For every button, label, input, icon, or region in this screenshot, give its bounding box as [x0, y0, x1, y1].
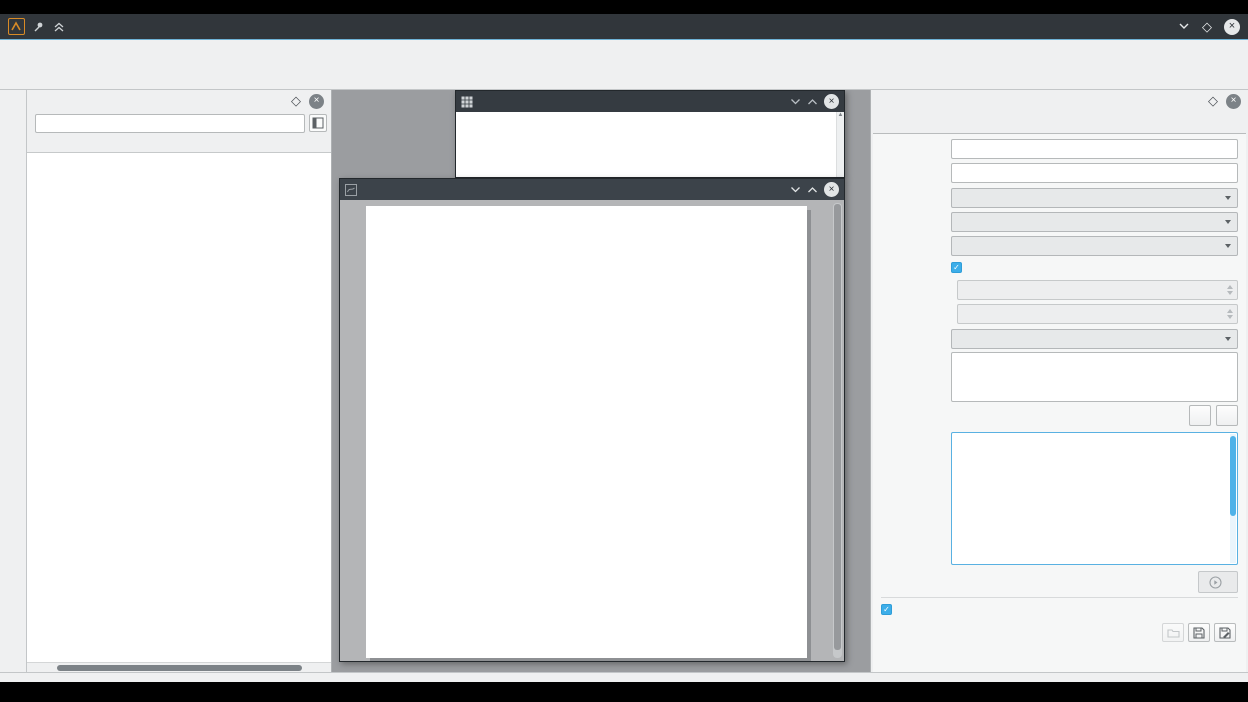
worksheet-window-titlebar[interactable]: × — [340, 179, 844, 200]
run-icon — [1209, 576, 1222, 589]
filter-options-button[interactable] — [309, 114, 327, 132]
spreadsheet-window[interactable]: × ▲ — [455, 90, 845, 178]
statusbar — [0, 672, 1248, 682]
maximize-icon[interactable]: ◇ — [1202, 19, 1212, 35]
fit-dock-tabs — [871, 112, 1248, 133]
results-textedit[interactable] — [951, 432, 1238, 565]
options-button[interactable] — [1216, 405, 1238, 426]
comment-input[interactable] — [951, 163, 1238, 183]
close-dock-icon[interactable]: × — [309, 94, 324, 109]
auto-range-checkbox[interactable]: ✓ — [951, 262, 962, 273]
chevron-down-icon — [1225, 196, 1231, 200]
y-data-combobox[interactable] — [951, 212, 1238, 232]
weights-combobox[interactable] — [951, 236, 1238, 256]
save-config-as-button[interactable] — [1214, 623, 1236, 642]
fit-to-data-plot[interactable] — [379, 214, 793, 482]
worksheet-view[interactable] — [340, 200, 844, 661]
search-input[interactable] — [35, 114, 305, 133]
close-icon[interactable]: × — [1224, 19, 1240, 35]
chevron-down-icon — [1225, 244, 1231, 248]
screen: ◇ × ◇ × — [0, 0, 1248, 702]
maximize-window-icon[interactable] — [807, 186, 818, 194]
fit-dock: ◇ × — [870, 90, 1248, 672]
chevron-down-icon — [1225, 220, 1231, 224]
max-spinbox[interactable] — [957, 304, 1238, 324]
window-titlebar[interactable]: ◇ × — [0, 14, 1248, 40]
close-window-icon[interactable]: × — [824, 182, 839, 197]
pin-icon[interactable] — [33, 21, 45, 33]
mdi-area: × ▲ × — [332, 90, 870, 672]
cartesian-plot-toolbar — [0, 90, 27, 672]
tree-horizontal-scrollbar[interactable] — [27, 662, 331, 672]
save-config-button[interactable] — [1188, 623, 1210, 642]
labplot-app-icon — [8, 18, 25, 35]
project-explorer-dock: ◇ × — [27, 90, 332, 672]
model-combobox[interactable] — [951, 329, 1238, 349]
results-scrollbar[interactable] — [1230, 434, 1236, 563]
spreadsheet-scrollbar[interactable]: ▲ — [836, 112, 844, 177]
spreadsheet-window-titlebar[interactable]: × — [456, 91, 844, 112]
maximize-window-icon[interactable] — [807, 98, 818, 106]
float-dock-icon[interactable]: ◇ — [1208, 93, 1218, 109]
visible-checkbox[interactable]: ✓ — [881, 604, 892, 615]
worksheet-page[interactable] — [366, 206, 807, 658]
minimize-window-icon[interactable] — [790, 186, 801, 194]
chevron-down-icon — [1225, 337, 1231, 341]
shade-icon[interactable] — [1178, 22, 1190, 31]
close-window-icon[interactable]: × — [824, 94, 839, 109]
recalculate-button[interactable] — [1198, 571, 1238, 593]
min-spinbox[interactable] — [957, 280, 1238, 300]
parameters-button[interactable] — [1189, 405, 1211, 426]
project-tree — [27, 153, 331, 662]
labplot-window: ◇ × ◇ × — [0, 14, 1248, 682]
worksheet-icon — [345, 184, 357, 196]
menubar — [0, 40, 1248, 62]
chevrons-up-icon[interactable] — [53, 21, 65, 33]
spreadsheet-icon — [461, 96, 473, 108]
residuals-plot[interactable] — [379, 494, 793, 640]
load-config-button[interactable] — [1162, 623, 1184, 642]
x-data-combobox[interactable] — [951, 188, 1238, 208]
tree-header[interactable] — [27, 134, 331, 153]
formula-textedit[interactable] — [951, 352, 1238, 402]
close-dock-icon[interactable]: × — [1226, 94, 1241, 109]
name-input[interactable] — [951, 139, 1238, 159]
float-dock-icon[interactable]: ◇ — [291, 93, 301, 109]
minimize-window-icon[interactable] — [790, 98, 801, 106]
worksheet-scrollbar[interactable] — [833, 203, 842, 658]
worksheet-window[interactable]: × — [339, 178, 845, 662]
main-toolbar — [0, 62, 1248, 90]
